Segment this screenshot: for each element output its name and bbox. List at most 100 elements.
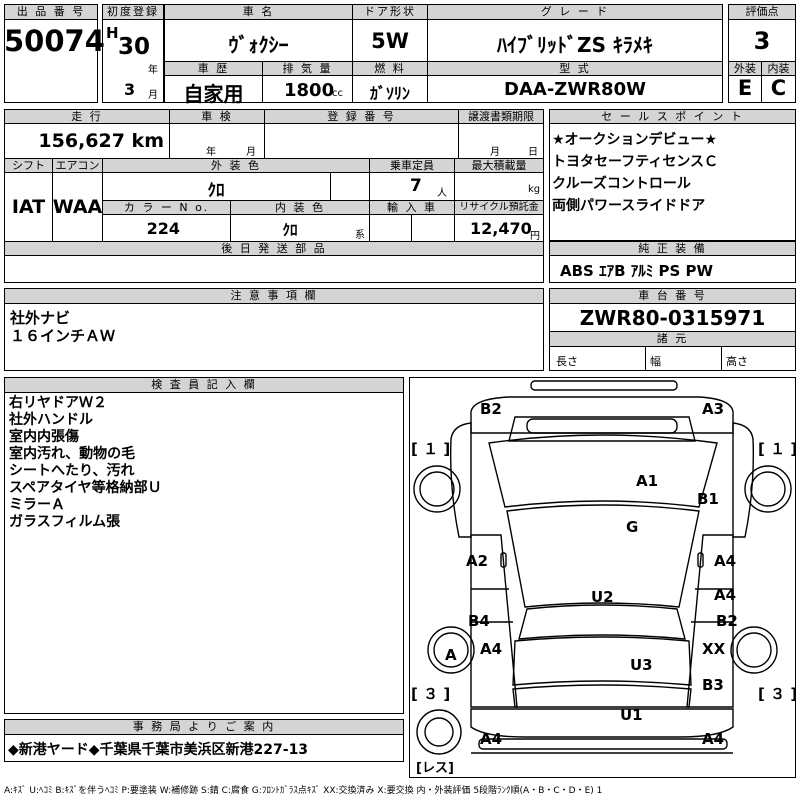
- reg-year: 30: [118, 34, 151, 60]
- capacity-header: 乗車定員: [369, 158, 455, 173]
- dim-length-label: 長さ: [556, 355, 578, 368]
- exterior-grade: E: [737, 76, 753, 100]
- aircon: WAA: [52, 196, 103, 218]
- genuine-equip-header: 純 正 装 備: [549, 241, 796, 256]
- left-front-fender: [451, 423, 471, 537]
- mark-left-front-door: A2: [466, 552, 489, 570]
- tire-rr-value: ３: [770, 685, 786, 703]
- front-bumper-outline: [471, 397, 733, 433]
- era-letter: H: [106, 24, 119, 42]
- tire-fr-label: [ １ ]: [758, 440, 798, 458]
- inspector-header: 検 査 員 記 入 欄: [4, 377, 404, 393]
- capacity: 7: [410, 176, 422, 196]
- grade: ﾊｲﾌﾞﾘｯﾄﾞZS ｷﾗﾒｷ: [497, 33, 653, 57]
- import-cell: [369, 214, 455, 242]
- interior-grade: C: [770, 76, 787, 100]
- displacement-header: 排 気 量: [262, 61, 353, 76]
- doors-header: ドア形状: [352, 4, 428, 20]
- displacement: 1800: [284, 80, 335, 101]
- mark-right-front-door: A4: [714, 552, 737, 570]
- later-parts-cell: [4, 255, 544, 283]
- model-code-header: 型 式: [427, 61, 723, 76]
- recycle: 12,470: [470, 219, 532, 238]
- ext-color: ｸﾛ: [207, 181, 225, 201]
- mark-rear-bumper: U1: [620, 706, 643, 724]
- fuel-header: 燃 料: [352, 61, 428, 76]
- score: 3: [753, 27, 771, 55]
- mark-left-rear-door: B4: [468, 612, 490, 630]
- max-load-header: 最大積載量: [454, 158, 544, 173]
- dim-divider-1: [645, 346, 646, 371]
- recycle-header: リサイクル預託金: [454, 200, 544, 215]
- office-header: 事 務 局 よ り ご 案 内: [4, 719, 404, 735]
- rear-right-wheel: [731, 627, 777, 673]
- grade-header: グ レ ー ド: [427, 4, 723, 20]
- chassis-header: 車 台 番 号: [549, 288, 796, 304]
- front-left-wheel: [414, 466, 460, 512]
- car-outline-diagram: [409, 377, 796, 778]
- inspector-item: ガラスフィルム張: [9, 514, 121, 530]
- dim-divider-2: [721, 346, 722, 371]
- aircon-header: エアコン: [52, 158, 103, 173]
- sales-point-item: トヨタセーフティセンスＣ: [552, 154, 719, 170]
- color-no: 224: [146, 219, 180, 238]
- mileage: 156,627 km: [38, 130, 164, 152]
- genuine-equip: ABS ｴｱB ｱﾙﾐ PS PW: [560, 262, 714, 280]
- tire-fr-value: １: [770, 440, 786, 458]
- inspector-item: シートへたり、汚れ: [9, 463, 135, 479]
- inspector-list: 右リヤドアＷ２ 社外ハンドル 室内内張傷 室内汚れ、動物の毛 シートへたり、汚れ…: [9, 395, 162, 531]
- car-name: ｳﾞｫｸｼｰ: [228, 33, 289, 57]
- later-parts-header: 後 日 発 送 部 品: [4, 241, 544, 256]
- mark-rear-gate: U3: [630, 656, 653, 674]
- tire-fl-label: [ １ ]: [411, 440, 451, 458]
- ext-color-divider: [330, 172, 331, 201]
- import-header: 輸 入 車: [369, 200, 455, 215]
- import-divider: [411, 214, 412, 242]
- right-front-fender: [733, 423, 753, 537]
- int-color-unit: 系: [355, 230, 365, 241]
- interior-header: 内装: [761, 61, 796, 76]
- mark-rear-right: B3: [702, 676, 724, 694]
- inspection-header: 車 検: [169, 109, 265, 124]
- mark-left-quarter: A4: [480, 640, 503, 658]
- mark-front-bumper-right: A3: [702, 400, 725, 418]
- int-color-header: 内 装 色: [230, 200, 370, 215]
- front-bumper-shape: [531, 381, 677, 390]
- notes-list: 社外ナビ １６インチＡＷ: [10, 309, 115, 345]
- mark-right-side-rear: B2: [716, 612, 738, 630]
- lot-no: 50074: [4, 24, 105, 58]
- sales-point-item: 両側パワースライドドア: [552, 198, 706, 214]
- inspection-year-unit: 年: [206, 147, 216, 158]
- mark-hood: A1: [636, 472, 659, 490]
- tire-fl-value: １: [423, 440, 439, 458]
- mileage-header: 走 行: [4, 109, 170, 124]
- tire-rl-label: [ ３ ]: [411, 685, 451, 703]
- spare-tire: [417, 710, 461, 754]
- sales-points-list: ★オークションデビュー★ トヨタセーフティセンスＣ クルーズコントロール 両側パ…: [552, 129, 718, 217]
- tire-rl-value: ３: [423, 685, 439, 703]
- mark-windshield: G: [626, 518, 639, 536]
- exterior-header: 外装: [728, 61, 762, 76]
- dimensions-header: 諸 元: [549, 331, 796, 347]
- score-header: 評価点: [728, 4, 796, 20]
- recycle-unit: 円: [530, 231, 540, 242]
- spare-label: [レス]: [416, 761, 454, 776]
- color-no-header: カ ラ ー N o.: [102, 200, 231, 215]
- spare-value: レス: [421, 761, 448, 776]
- mark-front-bumper-left: B2: [480, 400, 502, 418]
- inspector-item: スペアタイヤ等格納部Ｕ: [9, 480, 162, 496]
- mark-rear-left-corner: A4: [480, 730, 503, 748]
- lot-no-header: 出 品 番 号: [4, 4, 98, 20]
- inspector-item: 右リヤドアＷ２: [9, 395, 107, 411]
- sales-point-item: クルーズコントロール: [552, 176, 691, 192]
- reg-month-unit: 月: [148, 90, 158, 101]
- rear-bumper-outline: [471, 709, 733, 737]
- mark-left-mirror: A: [445, 646, 457, 664]
- reg-month: 3: [124, 80, 136, 99]
- tire-rr-label: [ ３ ]: [758, 685, 798, 703]
- inspector-item: 室内内張傷: [9, 429, 79, 445]
- car-name-header: 車 名: [164, 4, 353, 20]
- doors: 5W: [371, 29, 409, 53]
- rear-window-shape: [519, 605, 685, 639]
- inspector-item: 室内汚れ、動物の毛: [9, 446, 136, 462]
